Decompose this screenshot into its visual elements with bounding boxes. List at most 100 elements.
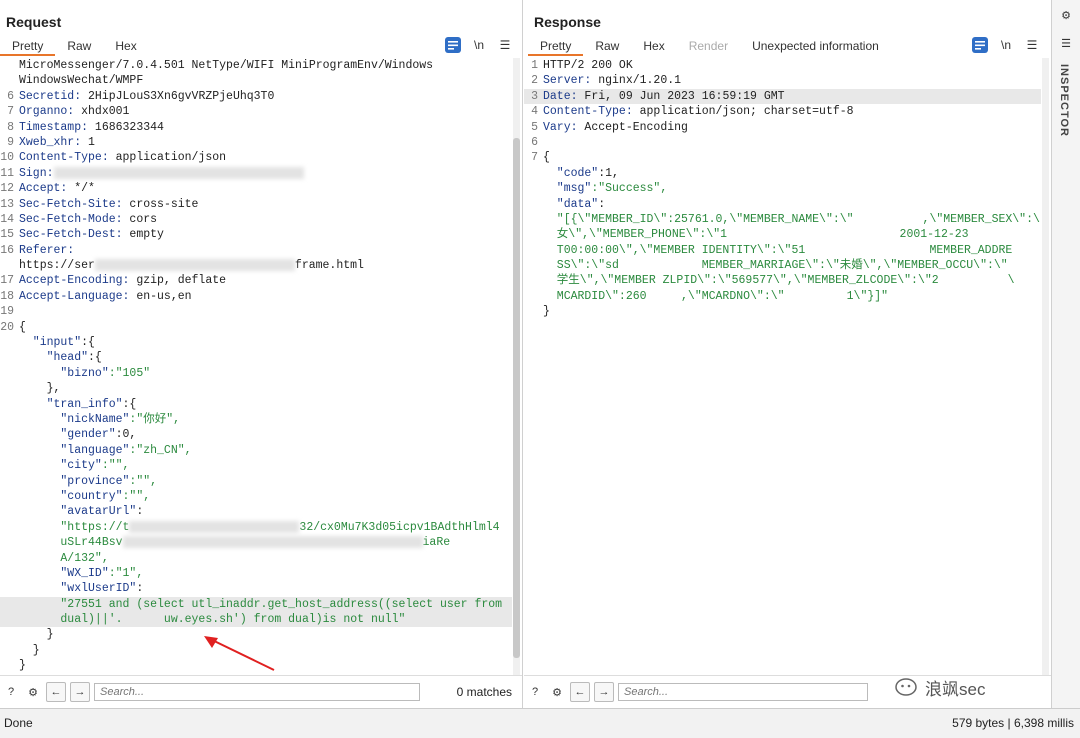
code-value: https://ser xyxy=(19,259,95,273)
response-title: Response xyxy=(534,14,601,30)
code-value: 32/cx0Mu7K3d05icpv1BAdthHlml4 xyxy=(299,520,500,534)
wrap-lines-icon[interactable] xyxy=(445,37,461,53)
code-value: iaRe xyxy=(422,536,451,550)
tab-pretty[interactable]: Pretty xyxy=(0,36,56,56)
tab-raw[interactable]: Raw xyxy=(583,36,631,56)
response-editor[interactable]: 1 HTTP/2 200 OK 2 Server: nginx/1.20.1 3 Date… xyxy=(524,58,1041,676)
code-value: :{ xyxy=(122,397,137,411)
back-button[interactable]: ← xyxy=(46,682,66,702)
matches-count: 0 matches xyxy=(456,685,512,699)
code-key: "gender" xyxy=(19,428,116,442)
code-line: "wxlUserID": xyxy=(0,581,512,596)
code-line: "head":{ xyxy=(0,350,512,365)
request-search-input[interactable] xyxy=(94,683,420,701)
code-line: "code":1, xyxy=(524,166,1041,181)
code-value: en-us,en xyxy=(129,289,192,303)
code-value: 1686323344 xyxy=(88,120,164,134)
help-icon[interactable]: ? xyxy=(526,683,544,701)
code-line: "province":"", xyxy=(0,474,512,489)
code-key: "language" xyxy=(19,443,130,457)
code-value: } xyxy=(19,659,26,673)
tab-render[interactable]: Render xyxy=(677,36,740,56)
forward-button[interactable]: → xyxy=(594,682,614,702)
code-line: "tran_info":{ xyxy=(0,397,512,412)
settings-icon[interactable]: ⚙ xyxy=(548,683,566,701)
annotation-arrow-icon xyxy=(204,636,275,671)
code-value: application/json xyxy=(108,151,227,165)
code-value: :0, xyxy=(115,428,137,442)
code-line: MicroMessenger/7.0.4.501 NetType/WIFI Mi… xyxy=(0,58,512,73)
forward-button[interactable]: → xyxy=(70,682,90,702)
menu-icon[interactable]: ☰ xyxy=(1024,37,1040,53)
tab-hex[interactable]: Hex xyxy=(631,36,676,56)
code-line: 6 Secretid: 2HipJLouS3Xn6gvVRZPjeUhq3T0 xyxy=(0,89,512,104)
code-line: 13 Sec-Fetch-Site: cross-site xyxy=(0,197,512,212)
request-scrollbar[interactable] xyxy=(513,58,520,676)
code-line: 学生\",\"MEMBER ZLPID\":\"569577\",\"MEMBE… xyxy=(524,273,1041,288)
line-number: 7 xyxy=(531,151,538,165)
response-tabs: Pretty Raw Hex Render Unexpected informa… xyxy=(528,36,891,56)
code-value: :{ xyxy=(88,351,102,365)
line-number: 1 xyxy=(531,59,538,72)
code-key: Vary: xyxy=(543,120,578,134)
code-value: "https://t xyxy=(19,520,130,534)
code-line: 7{ xyxy=(524,150,1041,165)
code-value: */* xyxy=(67,182,95,196)
tab-pretty[interactable]: Pretty xyxy=(528,36,584,56)
code-key: "nickName" xyxy=(19,412,130,426)
code-value: 女\",\"MEMBER_PHONE\":\"1 2001-12-23 xyxy=(543,228,969,242)
redacted-blur xyxy=(129,520,300,533)
line-number: 10 xyxy=(0,151,14,165)
code-value: frame.html xyxy=(294,259,364,273)
code-line: 女\",\"MEMBER_PHONE\":\"1 2001-12-23 xyxy=(524,227,1041,242)
code-value: "[{\"MEMBER_ID\":25761.0,\"MEMBER_NAME\"… xyxy=(543,212,1041,226)
response-search-input[interactable] xyxy=(618,683,868,701)
newline-toggle-icon[interactable]: \n xyxy=(471,37,487,53)
code-line: 3 Date: Fri, 09 Jun 2023 16:59:19 GMT xyxy=(524,88,1041,105)
tab-unexpected-information[interactable]: Unexpected information xyxy=(740,36,891,56)
line-number: 13 xyxy=(0,197,14,211)
menu-icon[interactable]: ☰ xyxy=(497,37,513,53)
code-line: 19 xyxy=(0,304,512,319)
response-scrollbar[interactable] xyxy=(1042,58,1049,676)
code-line: 15 Sec-Fetch-Dest: empty xyxy=(0,227,512,242)
tab-raw[interactable]: Raw xyxy=(55,36,103,56)
settings-icon[interactable]: ⚙ xyxy=(24,683,42,701)
code-value: :{ xyxy=(81,336,95,350)
code-key: Content-Type: xyxy=(19,151,109,165)
code-key: "WX_ID" xyxy=(19,566,109,580)
code-value: cors xyxy=(122,212,158,226)
code-value: }, xyxy=(19,382,61,396)
code-value: :"", xyxy=(122,489,151,503)
line-number: 12 xyxy=(0,182,14,196)
line-number: 7 xyxy=(7,105,14,119)
line-number: 9 xyxy=(7,135,14,149)
menu-icon[interactable]: ☰ xyxy=(1057,34,1075,52)
code-value: :"你好", xyxy=(129,412,181,426)
code-key: Date: xyxy=(543,89,578,103)
code-line: T00:00:00\",\"MEMBER IDENTITY\":\"51 MEM… xyxy=(524,243,1041,258)
code-key: Xweb_xhr: xyxy=(19,135,82,149)
code-line: uSLr44Bsv iaRe xyxy=(0,535,512,550)
request-pane: Request Pretty Raw Hex \n ☰ MicroMesseng… xyxy=(0,0,523,708)
code-line: "bizno":"105" xyxy=(0,366,512,381)
code-key: Sec-Fetch-Site: xyxy=(19,197,123,211)
line-number: 6 xyxy=(7,89,14,103)
code-value: Fri, 09 Jun 2023 16:59:19 GMT xyxy=(577,89,785,103)
code-value: 2HipJLouS3Xn6gvVRZPjeUhq3T0 xyxy=(81,89,275,103)
code-line: 4 Content-Type: application/json; charset… xyxy=(524,104,1041,119)
request-editor[interactable]: MicroMessenger/7.0.4.501 NetType/WIFI Mi… xyxy=(0,58,512,676)
wrap-lines-icon[interactable] xyxy=(972,37,988,53)
back-button[interactable]: ← xyxy=(570,682,590,702)
gear-icon[interactable]: ⚙ xyxy=(1057,6,1075,24)
code-line: A/132", xyxy=(0,551,512,566)
newline-toggle-icon[interactable]: \n xyxy=(998,37,1014,53)
redacted-blur xyxy=(94,259,295,272)
tab-hex[interactable]: Hex xyxy=(103,36,148,56)
code-value: : xyxy=(136,582,144,596)
help-icon[interactable]: ? xyxy=(2,683,20,701)
code-line: "avatarUrl": xyxy=(0,504,512,519)
code-key: "province" xyxy=(19,474,130,488)
line-number: 5 xyxy=(531,120,538,134)
inspector-label[interactable]: INSPECTOR xyxy=(1058,64,1070,137)
